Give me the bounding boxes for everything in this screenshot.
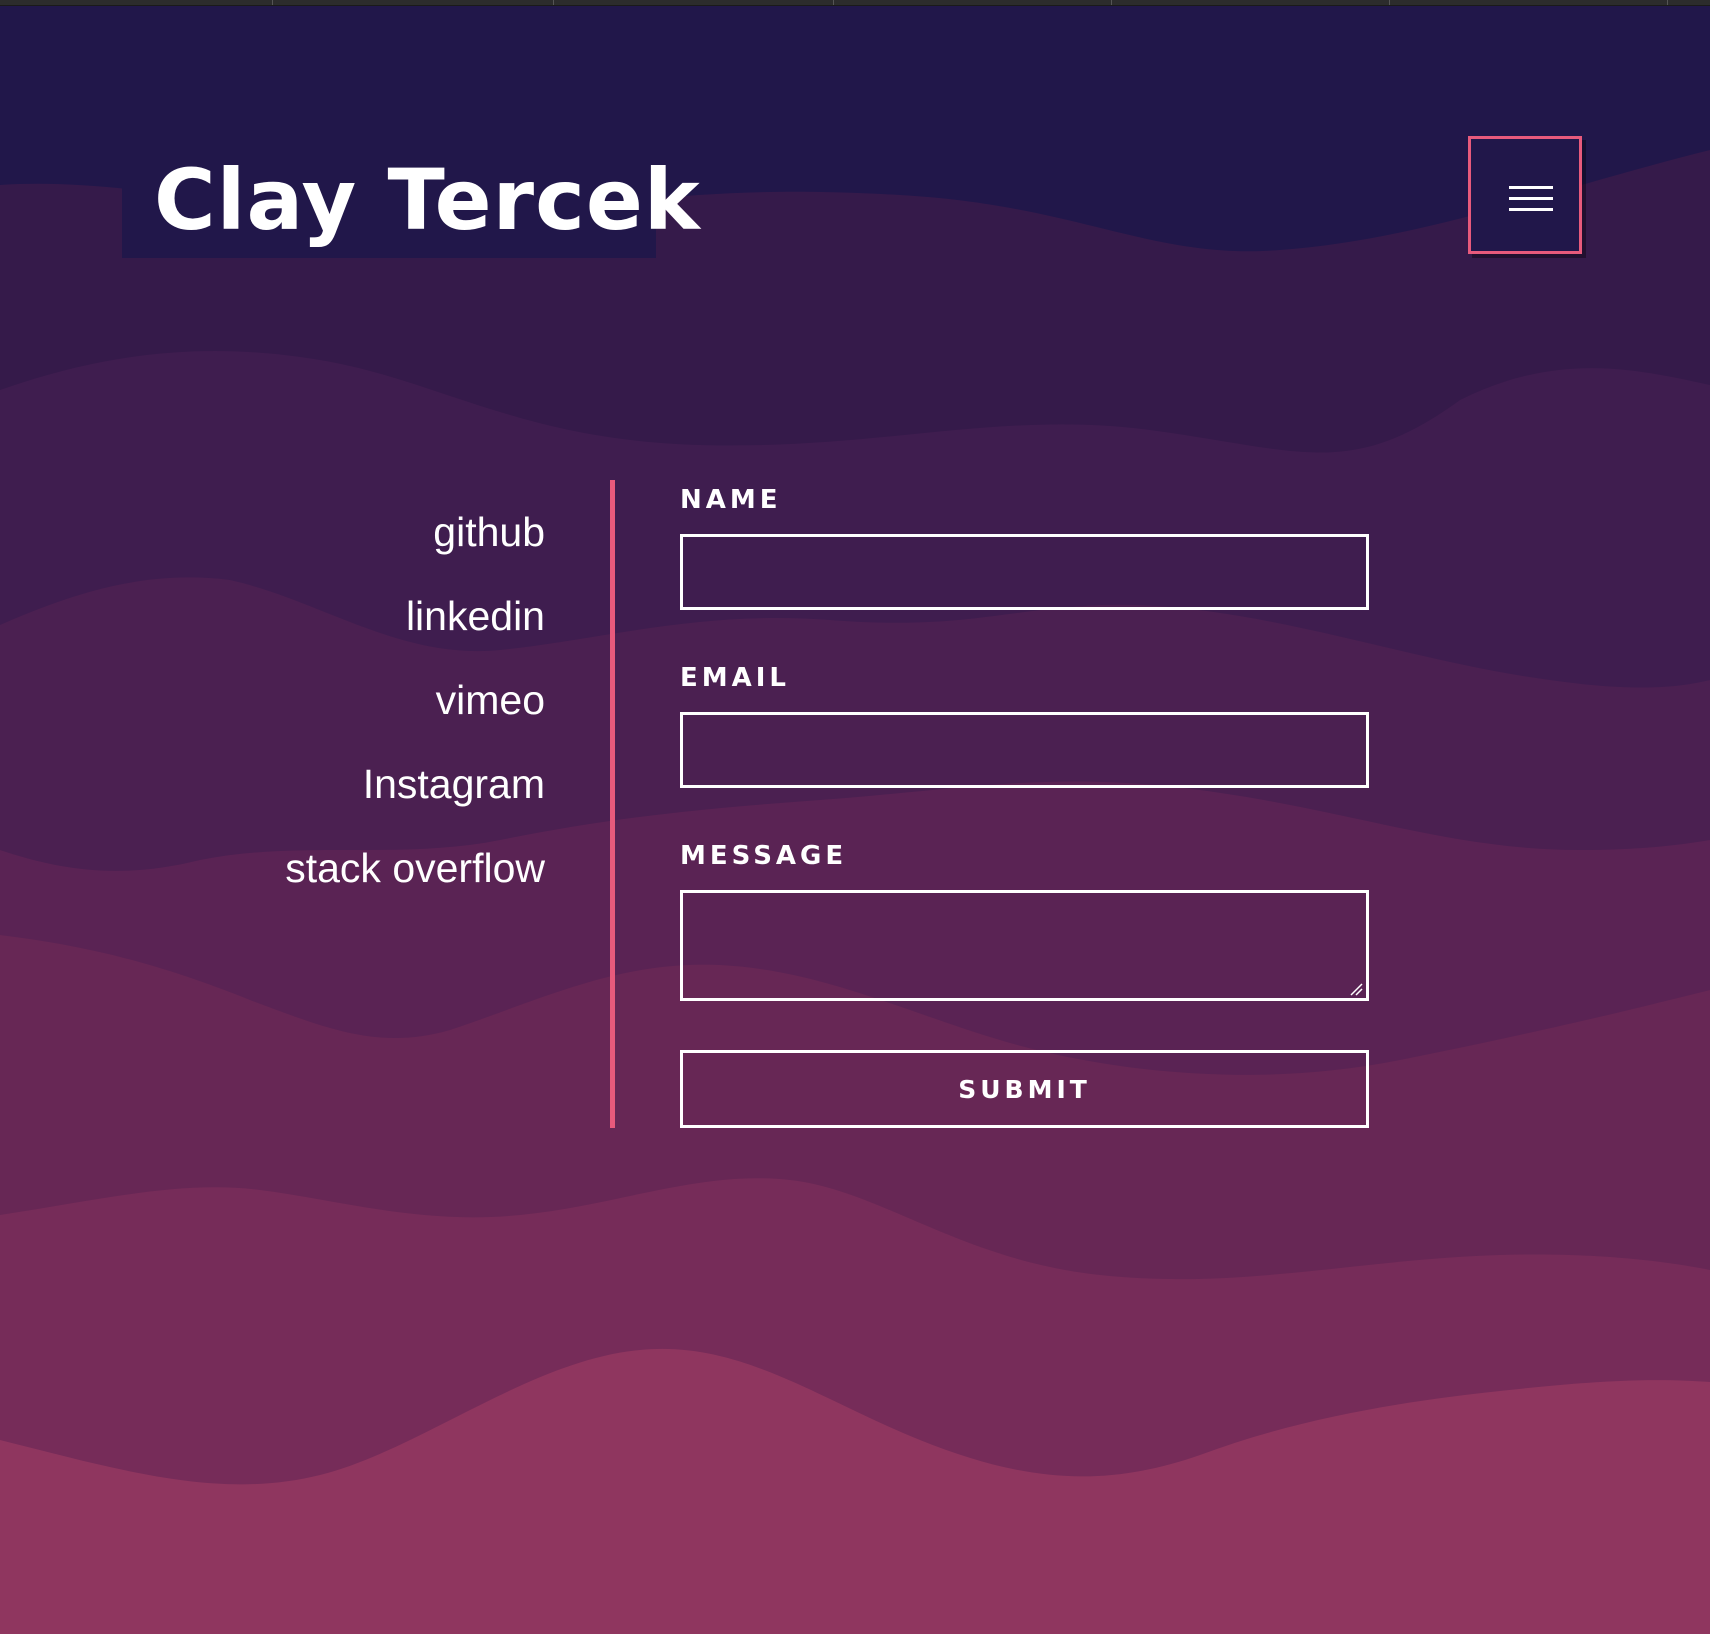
- section-divider: [610, 480, 615, 1128]
- submit-button[interactable]: SUBMIT: [680, 1050, 1369, 1128]
- hamburger-menu-icon: [1509, 186, 1553, 189]
- menu-button[interactable]: [1468, 136, 1582, 254]
- resize-grip-icon[interactable]: [1349, 982, 1363, 996]
- social-link-vimeo[interactable]: vimeo: [285, 658, 545, 742]
- name-field[interactable]: [680, 534, 1369, 610]
- email-field[interactable]: [680, 712, 1369, 788]
- social-link-linkedin[interactable]: linkedin: [285, 574, 545, 658]
- message-field[interactable]: [680, 890, 1369, 1001]
- social-link-stack-overflow[interactable]: stack overflow: [285, 826, 545, 910]
- name-label: NAME: [680, 485, 782, 515]
- social-links: github linkedin vimeo Instagram stack ov…: [285, 490, 545, 910]
- hamburger-menu-icon-bar-3: [1509, 208, 1553, 211]
- message-label: MESSAGE: [680, 841, 848, 871]
- social-link-instagram[interactable]: Instagram: [285, 742, 545, 826]
- email-label: EMAIL: [680, 663, 790, 693]
- social-link-github[interactable]: github: [285, 490, 545, 574]
- hamburger-menu-icon-bar-2: [1509, 197, 1553, 200]
- site-title[interactable]: Clay Tercek: [154, 150, 701, 250]
